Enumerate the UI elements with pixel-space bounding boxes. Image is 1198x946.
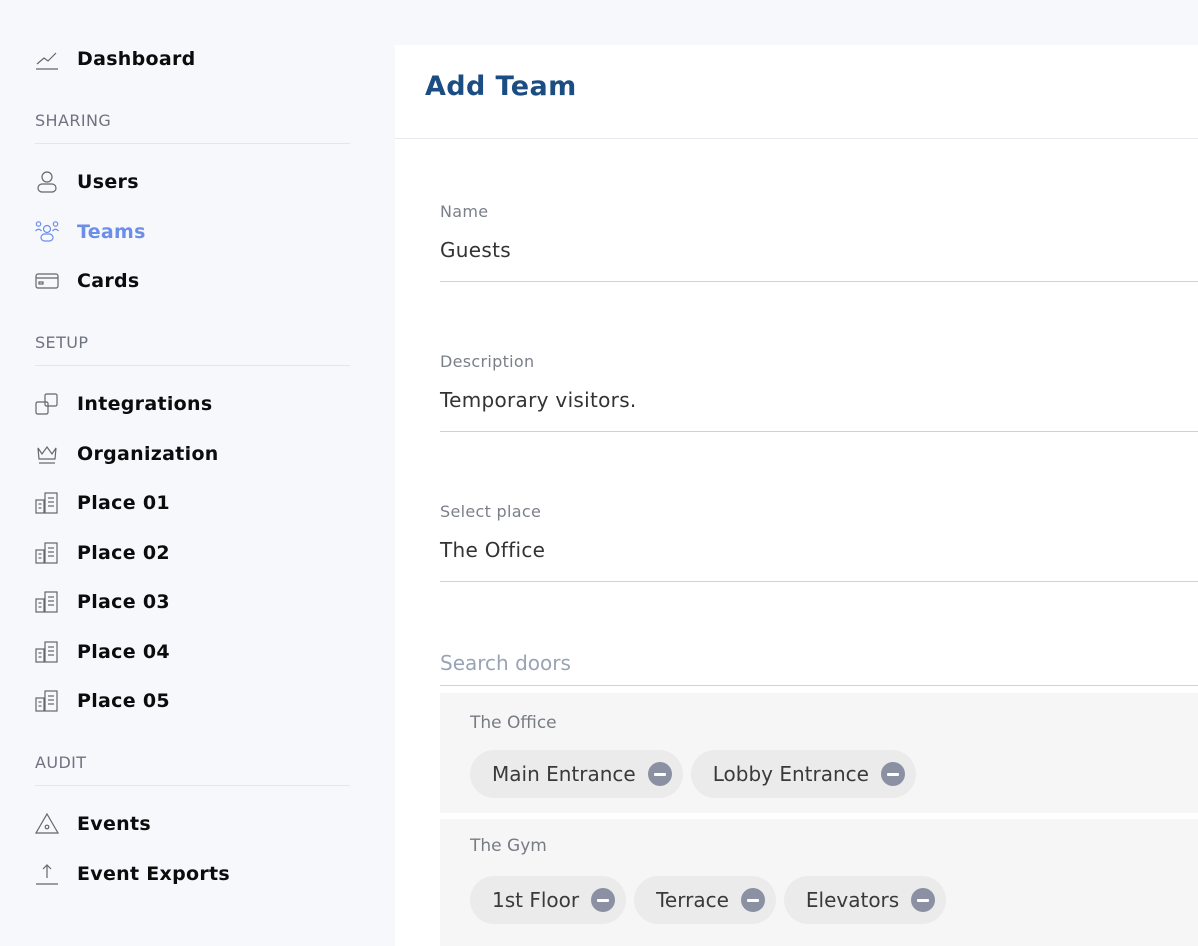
card-icon — [34, 268, 60, 294]
door-chip-list: 1st Floor Terrace Elevators — [470, 876, 947, 924]
sidebar-item-place-03[interactable]: Place 03 — [34, 587, 170, 617]
sidebar-item-label: Events — [77, 813, 151, 835]
door-chip: 1st Floor — [470, 876, 627, 924]
sidebar-item-event-exports[interactable]: Event Exports — [34, 859, 230, 889]
sidebar-item-place-04[interactable]: Place 04 — [34, 637, 170, 667]
integrations-icon — [34, 391, 60, 417]
door-chip: Lobby Entrance — [690, 750, 916, 798]
section-label-sharing: SHARING — [35, 111, 112, 130]
sidebar-item-events[interactable]: Events — [34, 809, 151, 839]
building-icon — [34, 688, 60, 714]
building-icon — [34, 639, 60, 665]
place-select[interactable]: The Office — [440, 538, 1198, 562]
sidebar-item-label: Cards — [77, 270, 140, 292]
door-chip-label: Terrace — [656, 888, 729, 912]
remove-circle-icon[interactable] — [911, 888, 936, 912]
description-field-group: Description Temporary visitors. — [440, 350, 1198, 432]
section-divider — [35, 143, 350, 144]
sidebar-item-place-02[interactable]: Place 02 — [34, 538, 170, 568]
building-icon — [34, 540, 60, 566]
team-icon — [34, 219, 60, 245]
sidebar-item-users[interactable]: Users — [34, 167, 139, 197]
description-label: Description — [440, 352, 535, 371]
sidebar-item-cards[interactable]: Cards — [34, 266, 140, 296]
door-group-the-gym: The Gym 1st Floor Terrace Elevators — [440, 819, 1198, 946]
building-icon — [34, 490, 60, 516]
crown-icon — [34, 441, 60, 467]
search-doors-input[interactable] — [440, 640, 1198, 686]
door-chip: Elevators — [783, 876, 947, 924]
building-icon — [34, 589, 60, 615]
door-group-title: The Office — [470, 713, 557, 733]
add-team-panel: Add Team Name Guests Description Tempora… — [395, 45, 1198, 946]
sidebar-item-label: Dashboard — [77, 48, 196, 70]
page-title: Add Team — [425, 71, 577, 102]
sidebar-item-label: Place 03 — [77, 591, 170, 613]
door-chip: Main Entrance — [470, 750, 683, 798]
panel-header: Add Team — [395, 45, 1198, 139]
section-divider — [35, 785, 350, 786]
door-chip-list: Main Entrance Lobby Entrance — [470, 750, 916, 798]
sidebar-item-label: Place 01 — [77, 492, 170, 514]
door-group-the-office: The Office Main Entrance Lobby Entrance — [440, 693, 1198, 813]
sidebar-item-teams[interactable]: Teams — [34, 217, 146, 247]
chart-line-icon — [34, 46, 60, 72]
name-input[interactable]: Guests — [440, 238, 1198, 262]
sidebar-item-label: Event Exports — [77, 863, 231, 885]
sidebar-item-label: Teams — [77, 221, 146, 243]
description-input[interactable]: Temporary visitors. — [440, 388, 1198, 412]
sidebar-item-integrations[interactable]: Integrations — [34, 389, 212, 419]
door-chip-label: Elevators — [805, 888, 900, 912]
name-field-group: Name Guests — [440, 200, 1198, 282]
remove-circle-icon[interactable] — [740, 888, 765, 912]
sidebar-item-label: Organization — [77, 443, 219, 465]
door-chip-label: Lobby Entrance — [712, 762, 869, 786]
name-label: Name — [440, 202, 489, 221]
user-icon — [34, 169, 60, 195]
section-label-audit: AUDIT — [35, 753, 87, 772]
export-icon — [34, 861, 60, 887]
warning-icon — [34, 811, 60, 837]
sidebar-item-dashboard[interactable]: Dashboard — [34, 44, 196, 74]
sidebar-item-label: Integrations — [77, 393, 213, 415]
sidebar-item-place-01[interactable]: Place 01 — [34, 488, 170, 518]
remove-circle-icon[interactable] — [880, 762, 905, 786]
door-chip: Terrace — [634, 876, 776, 924]
sidebar: Dashboard SHARING Users Teams Cards SETU… — [0, 0, 395, 946]
remove-circle-icon[interactable] — [591, 888, 616, 912]
sidebar-item-place-05[interactable]: Place 05 — [34, 686, 170, 716]
sidebar-item-label: Place 02 — [77, 542, 170, 564]
door-group-title: The Gym — [470, 836, 547, 856]
door-chip-label: Main Entrance — [492, 762, 636, 786]
sidebar-item-label: Place 04 — [77, 641, 170, 663]
remove-circle-icon[interactable] — [647, 762, 672, 786]
sidebar-item-organization[interactable]: Organization — [34, 439, 219, 469]
section-label-setup: SETUP — [35, 333, 89, 352]
sidebar-item-label: Place 05 — [77, 690, 170, 712]
place-label: Select place — [440, 502, 542, 521]
sidebar-item-label: Users — [77, 171, 139, 193]
section-divider — [35, 365, 350, 366]
place-field-group: Select place The Office — [440, 500, 1198, 582]
door-chip-label: 1st Floor — [492, 888, 580, 912]
